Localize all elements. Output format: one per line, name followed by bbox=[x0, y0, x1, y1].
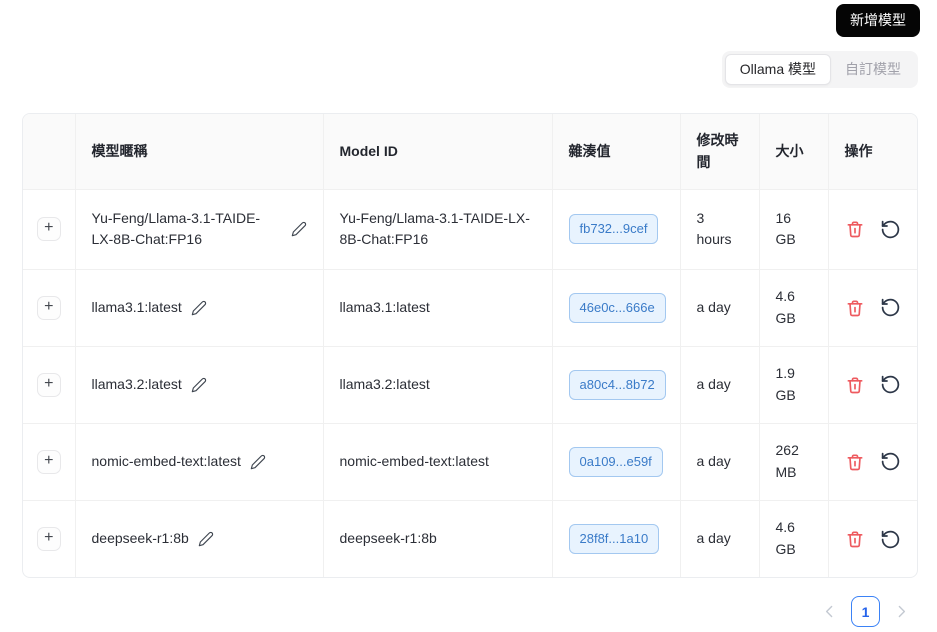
hash-badge[interactable]: fb732...9cef bbox=[568, 214, 659, 245]
model-nickname: llama3.1:latest bbox=[91, 299, 182, 316]
expand-row-button[interactable]: + bbox=[36, 449, 61, 474]
header-nickname: 模型暱稱 bbox=[75, 114, 324, 190]
delete-icon[interactable] bbox=[845, 375, 865, 395]
table-row: + nomic-embed-text:latest nomic-embed-te… bbox=[23, 423, 917, 501]
topbar: 新增模型 bbox=[0, 0, 937, 37]
modified-time: a day bbox=[680, 423, 760, 501]
model-id: Yu-Feng/Llama-3.1-TAIDE-LX-8B-Chat:FP16 bbox=[323, 189, 553, 270]
model-id: deepseek-r1:8b bbox=[323, 500, 553, 578]
expand-row-button[interactable]: + bbox=[36, 295, 61, 320]
model-size: 4.6 GB bbox=[759, 269, 829, 347]
header-hash: 雜湊值 bbox=[552, 114, 681, 190]
header-actions: 操作 bbox=[828, 114, 917, 190]
edit-icon[interactable] bbox=[250, 454, 266, 470]
header-size: 大小 bbox=[759, 114, 829, 190]
edit-icon[interactable] bbox=[198, 531, 214, 547]
delete-icon[interactable] bbox=[845, 298, 865, 318]
edit-icon[interactable] bbox=[191, 377, 207, 393]
delete-icon[interactable] bbox=[845, 452, 865, 472]
model-id: llama3.1:latest bbox=[323, 269, 553, 347]
reset-icon[interactable] bbox=[880, 219, 901, 240]
prev-page-icon[interactable] bbox=[821, 603, 838, 620]
pagination: 1 bbox=[0, 596, 910, 628]
expand-row-button[interactable]: + bbox=[36, 372, 61, 397]
edit-icon[interactable] bbox=[191, 300, 207, 316]
page-button[interactable]: 1 bbox=[851, 596, 880, 628]
table-row: + llama3.1:latest llama3.1:latest 46e0c.… bbox=[23, 269, 917, 347]
table-row: + llama3.2:latest llama3.2:latest a80c4.… bbox=[23, 346, 917, 424]
reset-icon[interactable] bbox=[880, 374, 901, 395]
model-nickname: deepseek-r1:8b bbox=[91, 530, 189, 547]
model-id: llama3.2:latest bbox=[323, 346, 553, 424]
header-expand bbox=[23, 114, 76, 190]
hash-badge[interactable]: 0a109...e59f bbox=[568, 446, 663, 477]
reset-icon[interactable] bbox=[880, 297, 901, 318]
delete-icon[interactable] bbox=[845, 219, 865, 239]
model-size: 262 MB bbox=[759, 423, 829, 501]
model-size: 1.9 GB bbox=[759, 346, 829, 424]
modified-time: a day bbox=[680, 500, 760, 578]
expand-row-button[interactable]: + bbox=[36, 527, 61, 552]
reset-icon[interactable] bbox=[880, 451, 901, 472]
model-size: 4.6 GB bbox=[759, 500, 829, 578]
reset-icon[interactable] bbox=[880, 529, 901, 550]
modified-time: a day bbox=[680, 269, 760, 347]
table-row: + Yu-Feng/Llama-3.1-TAIDE-LX-8B-Chat:FP1… bbox=[23, 189, 917, 270]
table-row: + deepseek-r1:8b deepseek-r1:8b 28f8f...… bbox=[23, 500, 917, 578]
next-page-icon[interactable] bbox=[893, 603, 910, 620]
delete-icon[interactable] bbox=[845, 529, 865, 549]
add-model-button[interactable]: 新增模型 bbox=[836, 4, 920, 37]
table-header-row: 模型暱稱 Model ID 雜湊值 修改時間 大小 操作 bbox=[23, 114, 917, 190]
edit-icon[interactable] bbox=[291, 221, 307, 237]
expand-row-button[interactable]: + bbox=[36, 217, 61, 242]
header-modified: 修改時間 bbox=[680, 114, 760, 190]
model-type-tabs: Ollama 模型 自訂模型 bbox=[721, 50, 918, 89]
models-table: 模型暱稱 Model ID 雜湊值 修改時間 大小 操作 + Yu-Feng/L… bbox=[22, 113, 918, 579]
modified-time: 3 hours bbox=[680, 189, 760, 270]
tab-custom-models[interactable]: 自訂模型 bbox=[831, 54, 915, 86]
hash-badge[interactable]: 28f8f...1a10 bbox=[568, 524, 660, 555]
header-model-id: Model ID bbox=[323, 114, 553, 190]
hash-badge[interactable]: 46e0c...666e bbox=[568, 292, 666, 323]
model-size: 16 GB bbox=[759, 189, 829, 270]
modified-time: a day bbox=[680, 346, 760, 424]
model-id: nomic-embed-text:latest bbox=[323, 423, 553, 501]
tabs-row: Ollama 模型 自訂模型 bbox=[0, 37, 937, 89]
hash-badge[interactable]: a80c4...8b72 bbox=[568, 369, 666, 400]
model-nickname: llama3.2:latest bbox=[91, 376, 182, 393]
model-nickname: Yu-Feng/Llama-3.1-TAIDE-LX-8B-Chat:FP16 bbox=[91, 209, 261, 248]
model-nickname: nomic-embed-text:latest bbox=[91, 453, 241, 470]
tab-ollama-models[interactable]: Ollama 模型 bbox=[724, 53, 831, 86]
